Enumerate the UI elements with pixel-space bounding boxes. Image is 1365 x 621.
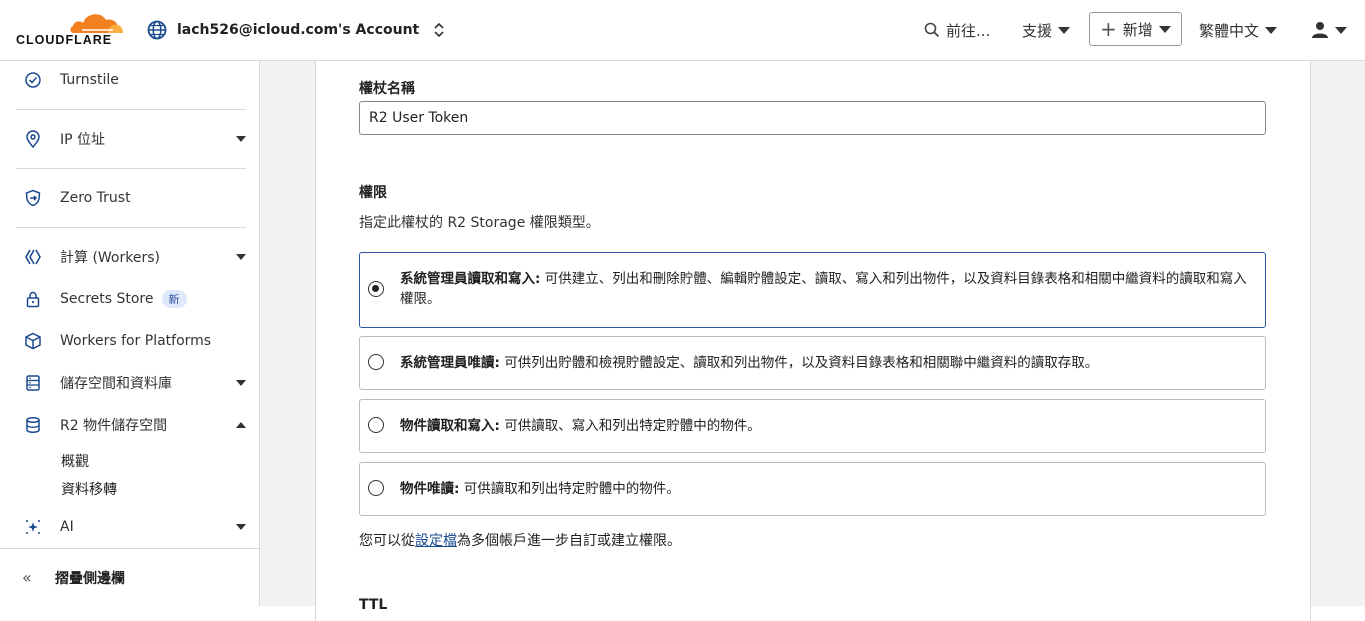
cloudflare-wordmark: CLOUDFLARE: [16, 33, 113, 47]
sidebar-subitem-data-migration[interactable]: 資料移轉: [61, 479, 117, 499]
option-text: 物件讀取和寫入: 可供讀取、寫入和列出特定貯體中的物件。: [400, 416, 1251, 436]
sidebar-item-label: Workers for Platforms: [60, 333, 212, 349]
permission-option-object-read-write[interactable]: 物件讀取和寫入: 可供讀取、寫入和列出特定貯體中的物件。: [359, 399, 1266, 453]
cloudflare-logo[interactable]: CLOUDFLARE: [16, 9, 124, 47]
radio-button[interactable]: [368, 417, 384, 433]
radio-button[interactable]: [368, 480, 384, 496]
profile-link[interactable]: 設定檔: [415, 533, 457, 549]
cloudflare-cloud-icon: [70, 14, 123, 33]
option-title: 系統管理員讀取和寫入:: [400, 271, 541, 287]
add-new-label: 新增: [1122, 20, 1153, 39]
radio-button[interactable]: [368, 354, 384, 370]
sidebar-divider: [16, 109, 246, 110]
footnote-text: 您可以從: [359, 533, 415, 549]
option-text: 系統管理員唯讀: 可供列出貯體和檢視貯體設定、讀取和列出物件，以及資料目錄表格和…: [400, 353, 1251, 373]
sidebar-item-label: Secrets Store: [60, 291, 154, 307]
support-menu[interactable]: 支援: [1022, 13, 1071, 47]
sidebar-item-workers-for-platforms[interactable]: Workers for Platforms: [0, 330, 259, 352]
search-icon: [924, 22, 940, 38]
token-form-card: 權杖名稱 權限 指定此權杖的 R2 Storage 權限類型。 系統管理員讀取和…: [315, 61, 1311, 621]
storage-bucket-icon: [26, 416, 40, 434]
caret-down-icon: [236, 524, 246, 530]
sidebar-divider: [16, 227, 246, 228]
new-badge: 新: [161, 290, 187, 308]
zero-trust-shield-icon: [25, 189, 41, 207]
account-name: lach526@icloud.com's Account: [177, 22, 420, 38]
collapse-sidebar-button[interactable]: « 摺疊側邊欄: [0, 548, 259, 606]
user-menu[interactable]: [1311, 13, 1347, 47]
sparkle-icon: [26, 520, 40, 534]
lock-icon: [26, 291, 40, 308]
sidebar-item-label: 計算 (Workers): [60, 250, 160, 266]
sidebar-item-label: Zero Trust: [60, 190, 131, 206]
permissions-description: 指定此權杖的 R2 Storage 權限類型。: [359, 215, 600, 231]
ttl-label: TTL: [359, 597, 388, 613]
option-desc: 可供列出貯體和檢視貯體設定、讀取和列出物件，以及資料目錄表格和相關聯中繼資料的讀…: [499, 355, 1099, 371]
option-title: 系統管理員唯讀:: [400, 355, 500, 371]
plus-icon: +: [1100, 17, 1117, 41]
token-name-input[interactable]: [359, 101, 1266, 135]
sidebar-item-label: AI: [60, 519, 74, 535]
add-new-button[interactable]: + 新增: [1089, 12, 1182, 46]
sidebar-item-label: 儲存空間和資料庫: [60, 376, 172, 392]
caret-down-icon: [236, 380, 246, 386]
sidebar: Turnstile IP 位址 Zero Trust 計算 (Workers): [0, 61, 260, 606]
permissions-label: 權限: [359, 185, 387, 201]
token-name-label: 權杖名稱: [359, 81, 415, 97]
workers-icon: [25, 249, 41, 265]
sidebar-item-ai[interactable]: AI: [0, 516, 259, 538]
turnstile-icon: [25, 72, 41, 88]
sidebar-item-secrets-store[interactable]: Secrets Store 新: [0, 288, 259, 310]
option-text: 系統管理員讀取和寫入: 可供建立、列出和刪除貯體、編輯貯體設定、讀取、寫入和列出…: [400, 269, 1251, 309]
goto-label: 前往...: [946, 21, 991, 40]
sidebar-item-zero-trust[interactable]: Zero Trust: [0, 187, 259, 209]
footnote-text: 為多個帳戶進一步自訂或建立權限。: [457, 533, 681, 549]
sidebar-item-workers[interactable]: 計算 (Workers): [0, 246, 259, 268]
caret-down-icon: [1265, 26, 1278, 34]
sidebar-item-storage-databases[interactable]: 儲存空間和資料庫: [0, 372, 259, 394]
double-chevron-left-icon: «: [22, 568, 32, 587]
account-switcher[interactable]: lach526@icloud.com's Account: [147, 17, 455, 43]
option-desc: 可供讀取和列出特定貯體中的物件。: [459, 481, 680, 497]
radio-button[interactable]: [368, 281, 384, 297]
support-label: 支援: [1022, 21, 1053, 40]
sidebar-item-turnstile[interactable]: Turnstile: [0, 69, 259, 91]
goto-search[interactable]: 前往...: [924, 13, 990, 47]
permissions-footnote: 您可以從設定檔為多個帳戶進一步自訂或建立權限。: [359, 530, 681, 550]
sidebar-item-ip-address[interactable]: IP 位址: [0, 128, 259, 150]
sidebar-item-label-wrap: Secrets Store 新: [60, 290, 187, 308]
top-bar: CLOUDFLARE lach526@icloud.com's Account …: [0, 0, 1365, 61]
language-selector[interactable]: 繁體中文: [1199, 13, 1278, 47]
sidebar-item-label: R2 物件儲存空間: [60, 418, 168, 434]
chevron-up-down-icon: [434, 22, 444, 38]
caret-up-icon: [236, 422, 246, 428]
main-content: 權杖名稱 權限 指定此權杖的 R2 Storage 權限類型。 系統管理員讀取和…: [260, 61, 1365, 621]
option-desc: 可供讀取、寫入和列出特定貯體中的物件。: [499, 418, 761, 434]
language-label: 繁體中文: [1199, 21, 1260, 40]
cube-icon: [25, 332, 41, 350]
caret-down-icon: [1158, 25, 1171, 33]
sidebar-item-r2-object-storage[interactable]: R2 物件儲存空間: [0, 414, 259, 436]
user-icon: [1312, 22, 1328, 38]
sidebar-item-label: IP 位址: [60, 132, 106, 148]
database-icon: [26, 375, 40, 391]
permission-option-object-read-only[interactable]: 物件唯讀: 可供讀取和列出特定貯體中的物件。: [359, 462, 1266, 516]
caret-down-icon: [1335, 26, 1347, 34]
globe-icon: [147, 20, 167, 40]
sidebar-subitem-overview[interactable]: 概觀: [61, 451, 89, 471]
caret-down-icon: [1058, 26, 1071, 34]
sidebar-divider: [16, 168, 246, 169]
caret-down-icon: [236, 136, 246, 142]
option-title: 物件唯讀:: [400, 481, 460, 497]
option-title: 物件讀取和寫入:: [400, 418, 500, 434]
sidebar-item-label: Turnstile: [60, 72, 119, 88]
caret-down-icon: [236, 254, 246, 260]
permission-option-admin-read-write[interactable]: 系統管理員讀取和寫入: 可供建立、列出和刪除貯體、編輯貯體設定、讀取、寫入和列出…: [359, 252, 1266, 328]
location-pin-icon: [26, 130, 40, 148]
permission-option-admin-read-only[interactable]: 系統管理員唯讀: 可供列出貯體和檢視貯體設定、讀取和列出物件，以及資料目錄表格和…: [359, 336, 1266, 390]
option-text: 物件唯讀: 可供讀取和列出特定貯體中的物件。: [400, 479, 1251, 499]
collapse-sidebar-label: 摺疊側邊欄: [55, 570, 125, 587]
